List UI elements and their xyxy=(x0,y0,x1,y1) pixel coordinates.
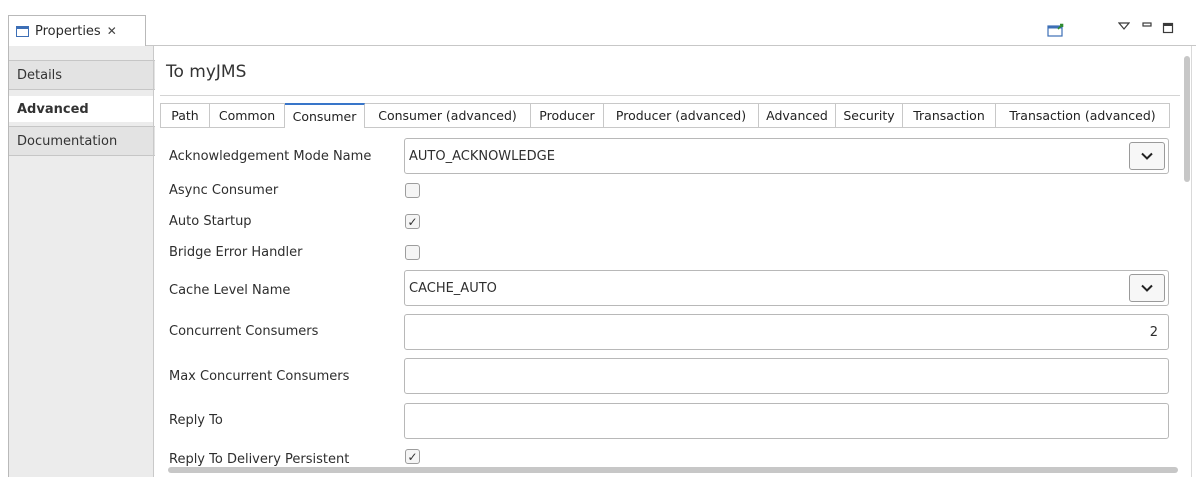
ack-mode-label: Acknowledgement Mode Name xyxy=(169,149,372,164)
nav-item-advanced[interactable]: Advanced xyxy=(9,96,155,122)
check-icon: ✓ xyxy=(407,214,418,229)
vertical-scrollbar[interactable] xyxy=(1184,56,1190,182)
cache-level-value: CACHE_AUTO xyxy=(409,280,497,296)
horizontal-scrollbar[interactable] xyxy=(168,467,1178,473)
ack-mode-value: AUTO_ACKNOWLEDGE xyxy=(409,148,555,164)
auto-startup-label: Auto Startup xyxy=(169,214,252,229)
tab-transaction[interactable]: Transaction xyxy=(903,103,996,128)
properties-icon xyxy=(16,25,29,37)
tab-common[interactable]: Common xyxy=(210,103,285,128)
page-title: To myJMS xyxy=(166,62,247,82)
view-menu-icon[interactable] xyxy=(1116,18,1132,34)
async-consumer-checkbox[interactable] xyxy=(405,183,420,198)
view-title-bar xyxy=(0,0,1196,46)
tab-producer-advanced[interactable]: Producer (advanced) xyxy=(604,103,759,128)
view-tab-label: Properties xyxy=(35,23,101,39)
concurrent-consumers-label: Concurrent Consumers xyxy=(169,324,319,339)
reply-to-delivery-persistent-label: Reply To Delivery Persistent xyxy=(169,452,350,467)
check-icon: ✓ xyxy=(407,449,418,464)
new-window-icon[interactable] xyxy=(1046,22,1066,38)
ack-mode-select[interactable]: AUTO_ACKNOWLEDGE xyxy=(404,138,1169,174)
tab-consumer[interactable]: Consumer xyxy=(285,103,365,128)
tab-security[interactable]: Security xyxy=(836,103,903,128)
max-concurrent-consumers-label: Max Concurrent Consumers xyxy=(169,369,350,384)
properties-view-tab[interactable]: Properties ✕ xyxy=(8,15,146,46)
tab-path[interactable]: Path xyxy=(160,103,210,128)
auto-startup-checkbox[interactable]: ✓ xyxy=(405,214,420,229)
chevron-down-icon[interactable] xyxy=(1129,274,1165,302)
nav-item-label: Details xyxy=(17,67,63,83)
nav-item-details[interactable]: Details xyxy=(9,60,155,90)
reply-to-input[interactable] xyxy=(404,403,1169,439)
tab-producer[interactable]: Producer xyxy=(531,103,604,128)
concurrent-consumers-input[interactable]: 2 xyxy=(404,314,1169,350)
title-divider xyxy=(160,95,1180,96)
cache-level-select[interactable]: CACHE_AUTO xyxy=(404,270,1169,306)
cache-level-label: Cache Level Name xyxy=(169,283,291,298)
reply-to-delivery-persistent-checkbox[interactable]: ✓ xyxy=(405,449,420,464)
bridge-error-handler-checkbox[interactable] xyxy=(405,245,420,260)
maximize-icon[interactable] xyxy=(1160,20,1176,36)
chevron-down-icon[interactable] xyxy=(1129,142,1165,170)
tab-strip: Path Common Consumer Consumer (advanced)… xyxy=(160,103,1170,128)
reply-to-label: Reply To xyxy=(169,413,223,428)
panel-edge xyxy=(1191,46,1192,477)
section-navigation: Details Advanced Documentation xyxy=(8,46,155,477)
tab-consumer-advanced[interactable]: Consumer (advanced) xyxy=(365,103,531,128)
max-concurrent-consumers-input[interactable] xyxy=(404,358,1169,394)
tab-transaction-advanced[interactable]: Transaction (advanced) xyxy=(996,103,1170,128)
bridge-error-handler-label: Bridge Error Handler xyxy=(169,245,303,260)
nav-item-label: Advanced xyxy=(17,101,89,117)
title-bar-divider xyxy=(146,45,1196,46)
minimize-icon[interactable] xyxy=(1139,17,1155,33)
panel-divider xyxy=(153,46,154,477)
async-consumer-label: Async Consumer xyxy=(169,183,279,198)
tab-advanced[interactable]: Advanced xyxy=(759,103,836,128)
nav-item-documentation[interactable]: Documentation xyxy=(9,126,155,156)
close-icon[interactable]: ✕ xyxy=(107,24,117,38)
nav-item-label: Documentation xyxy=(17,133,118,149)
